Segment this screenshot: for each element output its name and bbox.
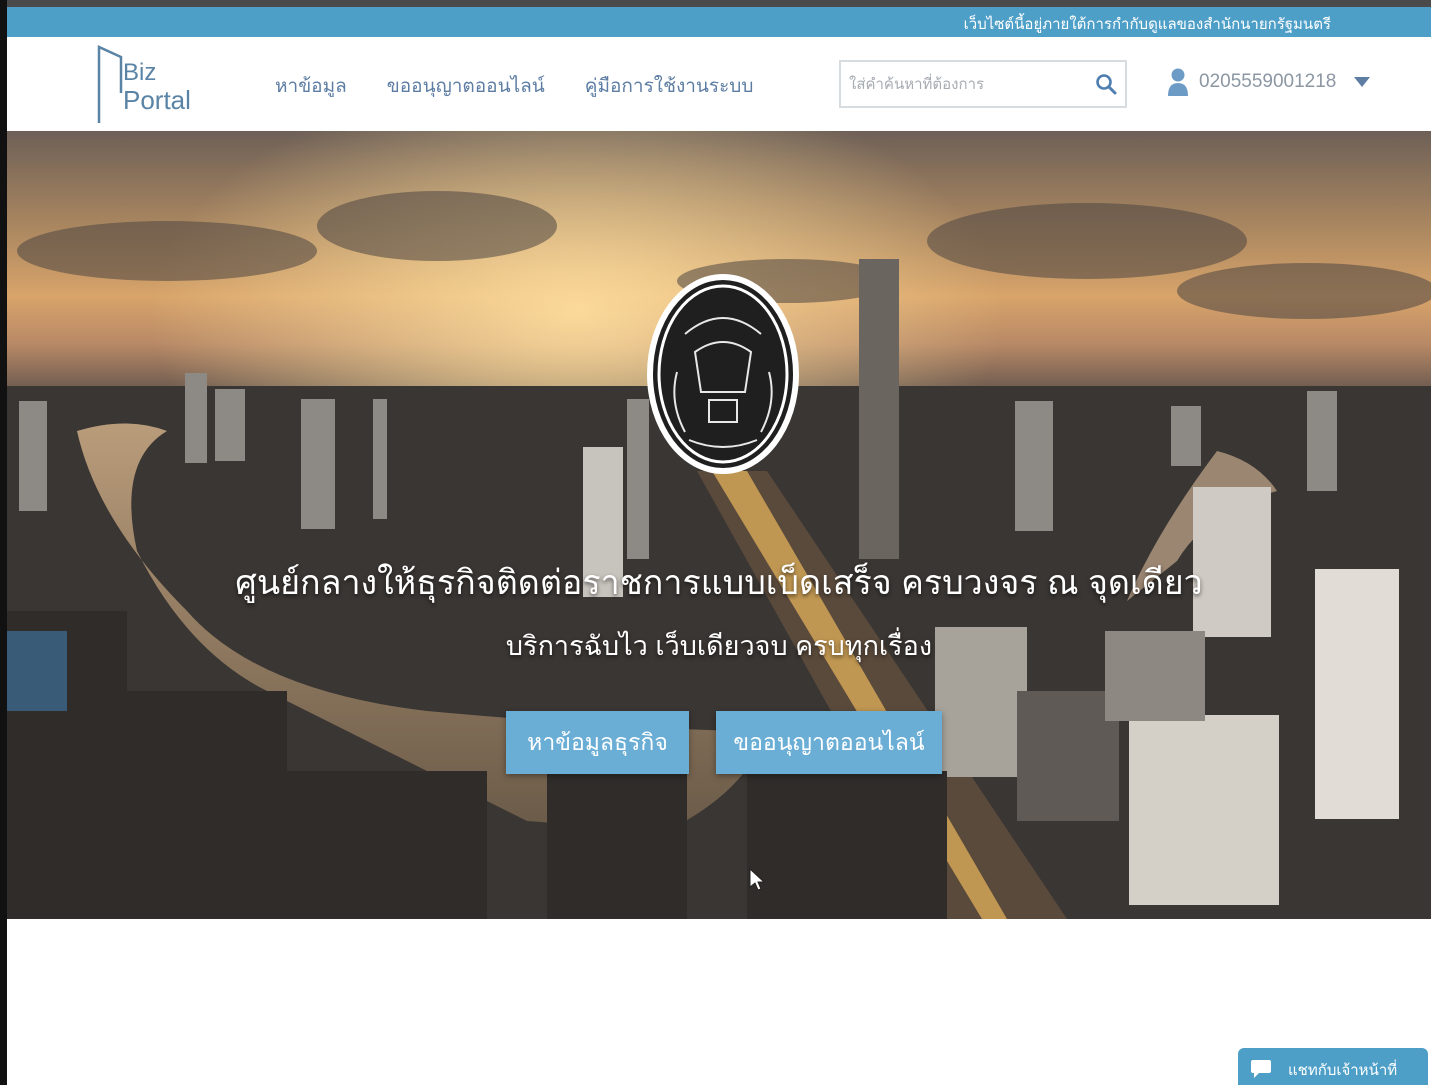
hero-banner: ศูนย์กลางให้ธุรกิจติดต่อราชการแบบเบ็ดเสร…	[7, 131, 1431, 919]
bizportal-logo[interactable]: Biz Portal	[95, 43, 205, 125]
main-nav: หาข้อมูล ขออนุญาตออนไลน์ คู่มือการใช้งาน…	[275, 71, 753, 101]
user-icon	[1168, 68, 1188, 96]
user-id: 0205559001218	[1199, 71, 1337, 92]
hero-title: ศูนย์กลางให้ธุรกิจติดต่อราชการแบบเบ็ดเสร…	[235, 564, 1203, 602]
window-top-edge	[0, 0, 1431, 7]
chat-with-staff-button[interactable]: แชทกับเจ้าหน้าที่	[1238, 1048, 1428, 1085]
notice-bar: เว็บไซต์นี้อยู่ภายใต้การกำกับดูแลของสำนั…	[7, 7, 1431, 37]
logo-text-biz: Biz	[123, 59, 157, 86]
government-seal-icon	[647, 274, 799, 474]
search-business-button[interactable]: หาข้อมูลธุรกิจ	[506, 711, 689, 774]
chat-label: แชทกับเจ้าหน้าที่	[1288, 1062, 1398, 1079]
notice-text: เว็บไซต์นี้อยู่ภายใต้การกำกับดูแลของสำนั…	[963, 16, 1331, 33]
nav-item-online-license[interactable]: ขออนุญาตออนไลน์	[387, 71, 545, 101]
hero-subtitle: บริการฉับไว เว็บเดียวจบ ครบทุกเรื่อง	[505, 631, 933, 661]
window-left-edge	[0, 0, 7, 1085]
online-license-button[interactable]: ขออนุญาตออนไลน์	[716, 711, 942, 774]
search-icon[interactable]	[1095, 73, 1117, 95]
nav-item-user-manual[interactable]: คู่มือการใช้งานระบบ	[585, 71, 754, 101]
chat-bubble-icon	[1251, 1060, 1271, 1078]
search-box	[839, 60, 1127, 108]
caret-down-icon[interactable]	[1354, 77, 1371, 87]
bangkok-skyline-image	[7, 131, 1431, 919]
nav-item-find-info[interactable]: หาข้อมูล	[275, 71, 347, 101]
user-menu[interactable]: 0205559001218	[1167, 67, 1371, 97]
mouse-cursor-icon	[749, 868, 765, 891]
logo-text-portal: Portal	[123, 85, 191, 115]
logo-building-icon	[97, 45, 123, 123]
site-header: Biz Portal หาข้อมูล ขออนุญาตออนไลน์ คู่ม…	[7, 37, 1431, 131]
search-input[interactable]	[849, 70, 1089, 98]
